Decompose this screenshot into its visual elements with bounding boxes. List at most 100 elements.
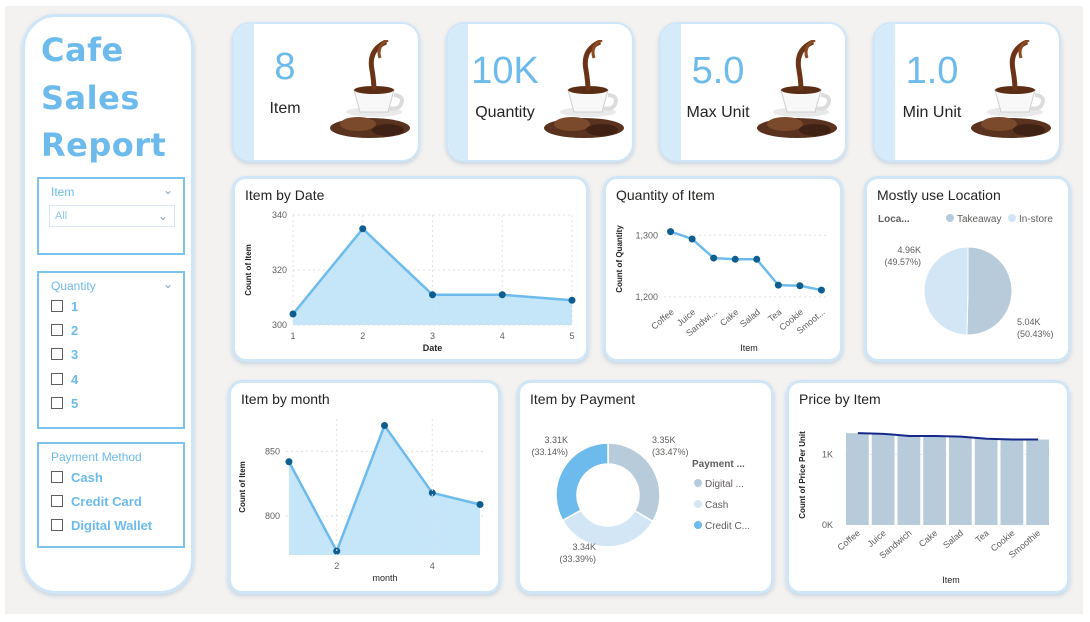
item-dropdown[interactable]: All ⌄ xyxy=(49,205,175,227)
location-pie-chart: Loca... Takeaway In-store 4.96K (49.57%) 5.04… xyxy=(878,214,1054,339)
x-axis-title: Item xyxy=(740,343,758,353)
quantity-option[interactable]: 4 xyxy=(51,370,78,388)
coffee-cup-icon xyxy=(757,40,837,138)
data-point xyxy=(476,500,484,508)
chevron-down-icon[interactable]: ⌄ xyxy=(163,277,173,291)
bar xyxy=(974,438,998,525)
checkbox[interactable] xyxy=(51,471,63,483)
quantity-of-item-chart: 1,2001,300Coffee JuiceSandwi... CakeSalad T… xyxy=(615,225,828,353)
y-tick-label: 340 xyxy=(272,210,287,220)
chart-card-item-by-payment: Item by Payment 3.35K (33.47%) 3.31K (33.14… xyxy=(517,380,774,594)
item-by-date-chart: 300 320 340 1 2 3 4 5 Date Count of Item xyxy=(244,210,576,353)
y-tick-label: 1,200 xyxy=(635,292,658,302)
y-axis-title: Count of Quantity xyxy=(615,225,624,293)
checkbox[interactable] xyxy=(51,348,63,360)
data-point xyxy=(333,547,341,555)
x-axis-title: Item xyxy=(942,575,960,585)
quantity-option[interactable]: 2 xyxy=(51,321,78,339)
data-label: (33.47%) xyxy=(652,447,689,457)
x-tick-label: Tea xyxy=(973,528,991,545)
coffee-cup-icon xyxy=(544,40,624,138)
y-tick-label: 1,300 xyxy=(635,230,658,240)
legend-label: Digital ... xyxy=(705,479,744,490)
data-point xyxy=(359,225,367,233)
chart-card-item-by-date: Item by Date 300 320 340 1 2 3 4 5 Date Count of … xyxy=(232,176,589,362)
y-tick-label: 850 xyxy=(265,446,280,456)
checkbox[interactable] xyxy=(51,324,63,336)
checkbox[interactable] xyxy=(51,373,63,385)
x-tick-label: Salad xyxy=(738,307,762,329)
bar xyxy=(897,435,921,525)
x-tick-label: Cake xyxy=(718,307,741,328)
data-point xyxy=(817,286,825,294)
y-axis-title: Count of Item xyxy=(238,461,247,513)
bar xyxy=(1026,439,1049,525)
payment-option[interactable]: Cash xyxy=(51,468,103,486)
data-label: 3.35K xyxy=(652,435,676,445)
y-axis-title: Count of Item xyxy=(244,244,253,296)
y-tick-label: 800 xyxy=(265,511,280,521)
checkbox[interactable] xyxy=(51,495,63,507)
x-tick-label: Cake xyxy=(917,528,940,549)
x-tick-label: 2 xyxy=(360,331,365,341)
data-point xyxy=(774,281,782,289)
data-point xyxy=(285,458,293,466)
legend-marker xyxy=(946,214,954,222)
x-tick-label: Coffee xyxy=(649,307,676,332)
legend-marker xyxy=(694,479,702,487)
y-tick-label: 300 xyxy=(272,320,287,330)
coffee-cup-icon xyxy=(330,40,410,138)
pie-slice xyxy=(923,246,969,336)
quantity-option[interactable]: 5 xyxy=(51,394,78,412)
kpi-card-quantity: 10K Quantity xyxy=(446,22,634,162)
data-label: (49.57%) xyxy=(884,257,921,267)
data-label: 3.34K xyxy=(572,542,596,552)
x-tick-label: 3 xyxy=(430,331,435,341)
payment-option[interactable]: Digital Wallet xyxy=(51,516,152,534)
quantity-slicer-label: Quantity xyxy=(51,279,96,293)
legend-label: In-store xyxy=(1019,214,1053,225)
data-label: 3.31K xyxy=(544,435,568,445)
y-tick-label: 1K xyxy=(822,449,833,459)
data-point xyxy=(753,255,761,263)
x-tick-label: 2 xyxy=(334,561,339,571)
bar xyxy=(871,433,895,525)
x-tick-label: 4 xyxy=(430,561,435,571)
item-by-month-chart: 800 850 2 4 month Count of Item xyxy=(238,419,484,583)
legend-label: Credit C... xyxy=(705,521,750,532)
x-tick-label: Coffee xyxy=(836,528,863,553)
kpi-value: 8 xyxy=(274,46,296,88)
bar xyxy=(949,436,972,525)
checkbox[interactable] xyxy=(51,300,63,312)
bar xyxy=(923,435,946,525)
pie-slice xyxy=(966,246,1013,336)
kpi-label: Item xyxy=(269,100,301,117)
price-by-item-chart: 1K0KCoffee JuiceSandwich Cake Salad TeaCooki… xyxy=(798,431,1051,585)
data-label: (50.43%) xyxy=(1017,329,1054,339)
chart-card-price-by-item: Price by Item 1K 0K Coffee Juice Sandwich Cak… xyxy=(786,380,1070,594)
y-axis-title: Count of Price Per Unit xyxy=(798,431,807,519)
quantity-option[interactable]: 1 xyxy=(51,297,78,315)
data-label: 4.96K xyxy=(897,245,921,255)
chart-card-quantity-of-item: Quantity of Item 1,200 1,300 Coffee Juice Sa… xyxy=(603,176,843,362)
data-point xyxy=(667,228,675,236)
data-label: (33.14%) xyxy=(531,447,568,457)
quantity-option[interactable]: 3 xyxy=(51,345,78,363)
chevron-down-icon[interactable]: ⌄ xyxy=(163,183,173,197)
payment-option[interactable]: Credit Card xyxy=(51,492,142,510)
x-tick-label: 4 xyxy=(500,331,505,341)
data-point xyxy=(289,310,297,318)
y-tick-label: 320 xyxy=(272,265,287,275)
payment-slicer-label: Payment Method xyxy=(51,450,142,464)
legend-marker xyxy=(1008,214,1016,222)
x-axis-title: month xyxy=(372,573,397,583)
bar xyxy=(1000,439,1024,525)
legend-label: Takeaway xyxy=(957,214,1001,225)
area-fill xyxy=(288,425,481,555)
report-title-line: Sales xyxy=(41,79,140,117)
checkbox[interactable] xyxy=(51,397,63,409)
legend-label: Cash xyxy=(705,500,728,511)
x-axis-title: Date xyxy=(423,343,443,353)
checkbox[interactable] xyxy=(51,519,63,531)
payment-method-slicer: Payment Method Cash Credit Card Digital … xyxy=(37,442,185,548)
